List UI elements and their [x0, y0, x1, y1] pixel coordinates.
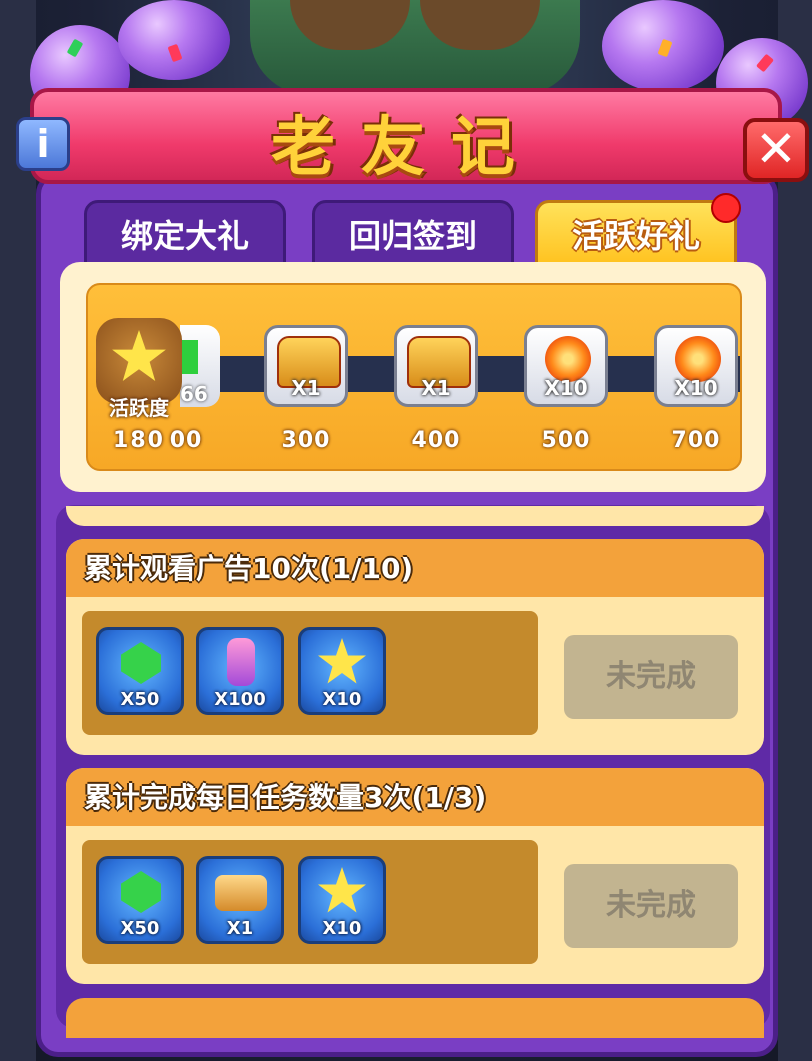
milestone-threshold: 500 [541, 428, 591, 453]
potion-icon [227, 638, 255, 686]
tab-active-gift[interactable]: 活跃好礼 [535, 200, 737, 268]
task-card: 累计观看广告10次(1/10) X50 X100 X10 未完成 [66, 539, 764, 755]
info-icon: i [36, 122, 50, 166]
reward-qty: X50 [120, 689, 160, 710]
milestone-threshold: 700 [671, 428, 721, 453]
reward-qty: X1 [226, 918, 254, 939]
mascot-creature [250, 0, 580, 95]
task-card-partial [66, 998, 764, 1038]
milestone-fire[interactable]: X10 [524, 325, 608, 407]
activity-label: 活跃度 [109, 396, 169, 420]
star-icon [318, 638, 366, 684]
notification-dot [711, 193, 741, 223]
info-button[interactable]: i [16, 117, 70, 171]
incomplete-button[interactable]: 未完成 [564, 864, 738, 948]
reward-item[interactable]: X1 [196, 856, 284, 944]
mascot-left-eye [290, 0, 410, 50]
milestone-qty: X10 [674, 376, 718, 400]
reward-item[interactable]: X10 [298, 627, 386, 715]
tab-return-checkin[interactable]: 回归签到 [312, 200, 514, 268]
reward-qty: X10 [322, 918, 362, 939]
star-icon [318, 867, 366, 913]
milestone-qty: X1 [421, 376, 451, 400]
reward-item[interactable]: X10 [298, 856, 386, 944]
close-icon: ✕ [755, 120, 797, 178]
activity-value: 180 [113, 428, 165, 453]
milestone-threshold: 400 [411, 428, 461, 453]
green-gem-icon [180, 340, 198, 374]
green-gem-icon [121, 871, 161, 913]
reward-qty: X50 [120, 918, 160, 939]
ticket-icon [215, 875, 267, 911]
milestone-chest[interactable]: X1 [264, 325, 348, 407]
task-title: 累计观看广告10次(1/10) [84, 552, 414, 585]
milestone-fire[interactable]: X10 [654, 325, 738, 407]
balloon-decoration [118, 0, 230, 80]
close-button[interactable]: ✕ [743, 118, 809, 182]
reward-item[interactable]: X50 [96, 856, 184, 944]
star-icon [112, 330, 166, 381]
page-title: 老友记 [271, 111, 541, 185]
milestone-threshold: 300 [281, 428, 331, 453]
milestone-qty: X10 [544, 376, 588, 400]
mascot-right-eye [420, 0, 540, 50]
reward-item[interactable]: X100 [196, 627, 284, 715]
task-card-partial [66, 506, 764, 526]
reward-qty: X100 [214, 689, 266, 710]
reward-qty: X10 [322, 689, 362, 710]
task-card: 累计完成每日任务数量3次(1/3) X50 X1 X10 未完成 [66, 768, 764, 984]
milestone-qty: 66 [180, 382, 208, 406]
milestone-qty: X1 [291, 376, 321, 400]
tab-bind-gift[interactable]: 绑定大礼 [84, 200, 286, 268]
incomplete-button[interactable]: 未完成 [564, 635, 738, 719]
green-gem-icon [121, 642, 161, 684]
task-title: 累计完成每日任务数量3次(1/3) [84, 781, 487, 814]
title-banner: 老友记 [30, 88, 782, 190]
milestone-chest[interactable]: X1 [394, 325, 478, 407]
reward-item[interactable]: X50 [96, 627, 184, 715]
